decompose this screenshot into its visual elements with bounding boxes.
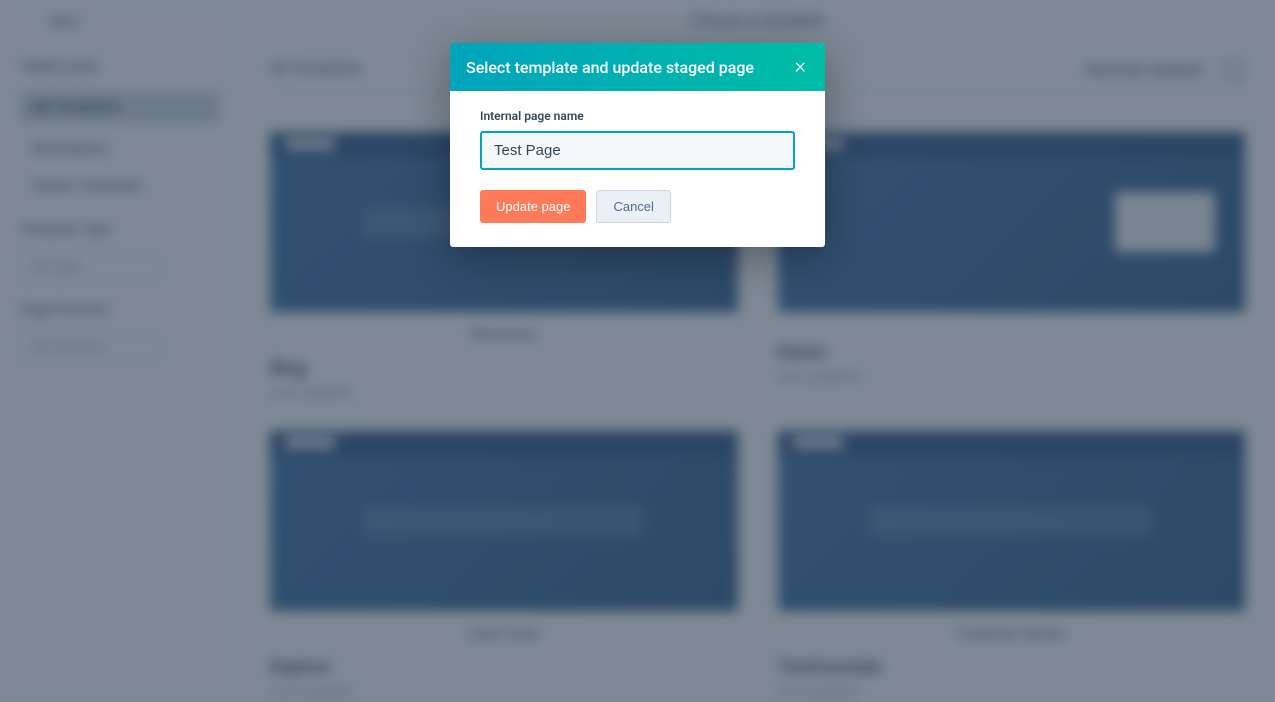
- cancel-button[interactable]: Cancel: [596, 190, 670, 223]
- update-page-button[interactable]: Update page: [480, 190, 586, 223]
- modal-header: Select template and update staged page ×: [450, 43, 825, 91]
- modal-dialog: Select template and update staged page ×…: [450, 43, 825, 247]
- modal-footer: Update page Cancel: [480, 190, 795, 223]
- close-icon[interactable]: ×: [791, 56, 809, 78]
- modal-title: Select template and update staged page: [466, 58, 754, 77]
- modal-body: Internal page name Update page Cancel: [450, 91, 825, 247]
- modal-overlay: Select template and update staged page ×…: [0, 0, 1275, 702]
- page-name-input[interactable]: [480, 131, 795, 170]
- page-name-label: Internal page name: [480, 109, 795, 123]
